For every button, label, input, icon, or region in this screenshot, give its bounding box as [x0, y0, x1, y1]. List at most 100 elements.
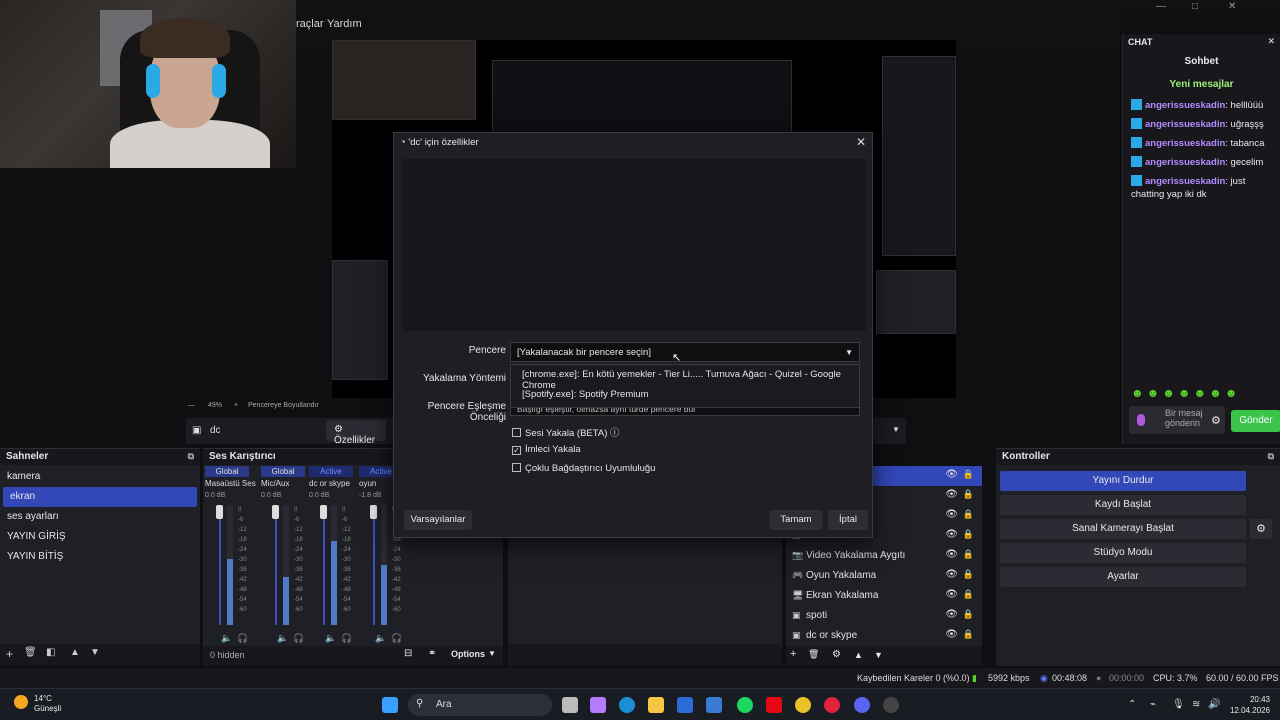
- source-item[interactable]: 🖥 Ekran Yakalama 👁 🔒: [786, 586, 982, 606]
- mixer-channel-name[interactable]: oyun: [359, 479, 376, 488]
- close-icon[interactable]: ✕: [1267, 36, 1275, 47]
- source-item[interactable]: 📷 Video Yakalama Aygıtı 👁 🔒: [786, 546, 982, 566]
- monitor-icon[interactable]: 🎧: [237, 633, 248, 644]
- cancel-button[interactable]: İptal: [828, 510, 868, 530]
- multi-adapter-checkbox[interactable]: Çoklu Bağdaştırıcı Uyumluluğu: [512, 463, 655, 474]
- mixer-channel-name[interactable]: Mic/Aux: [261, 479, 289, 488]
- move-down-icon[interactable]: ▼: [874, 650, 883, 660]
- send-button[interactable]: Gönder: [1231, 410, 1280, 432]
- network-icon[interactable]: ⌁: [1150, 699, 1156, 710]
- start-virtual-camera-button[interactable]: Sanal Kamerayı Başlat: [1000, 519, 1246, 539]
- gear-icon[interactable]: ⚙: [1211, 414, 1221, 427]
- popout-icon[interactable]: ⧉: [188, 451, 194, 462]
- capture-cursor-checkbox[interactable]: ✓ İmleci Yakala: [512, 444, 581, 455]
- mixer-channel-name[interactable]: dc or skype: [309, 479, 350, 488]
- scene-item[interactable]: kamera: [0, 467, 200, 487]
- wifi-icon[interactable]: ≋: [1192, 699, 1200, 710]
- trash-icon[interactable]: 🗑: [808, 649, 819, 660]
- dropdown-option-spotify[interactable]: [Spotify.exe]: Spotify Premium: [511, 385, 859, 405]
- volume-icon[interactable]: 🔊: [1208, 699, 1220, 710]
- monitor-icon[interactable]: 🎧: [293, 633, 304, 644]
- discord-icon[interactable]: [854, 697, 870, 713]
- lock-icon[interactable]: 🔒: [963, 629, 974, 640]
- chevron-up-icon[interactable]: ⌃: [1128, 699, 1136, 710]
- emote-bar[interactable]: ☻☻☻☻☻☻☻: [1131, 386, 1240, 400]
- chevron-down-icon[interactable]: ▼: [892, 425, 900, 434]
- options-button[interactable]: Options: [451, 649, 485, 659]
- spotify-icon[interactable]: [737, 697, 753, 713]
- volume-slider-knob[interactable]: [216, 505, 223, 519]
- lock-icon[interactable]: 🔒: [963, 549, 974, 560]
- layout-icon[interactable]: ⊟: [404, 648, 412, 659]
- taskbar-clock[interactable]: 20:43 12.04.2026: [1230, 694, 1270, 716]
- mute-icon[interactable]: 🔈: [221, 633, 232, 644]
- eye-icon[interactable]: 👁: [945, 629, 958, 640]
- close-icon[interactable]: ✕: [856, 135, 866, 149]
- gear-icon[interactable]: ⚙: [832, 649, 841, 660]
- move-up-icon[interactable]: ▲: [70, 647, 80, 658]
- mute-icon[interactable]: 🔈: [375, 633, 386, 644]
- eye-icon[interactable]: 👁: [945, 609, 958, 620]
- scene-item[interactable]: YAYIN BİTİŞ: [0, 547, 200, 567]
- chat-username[interactable]: angerissueskadin: [1145, 100, 1225, 111]
- chrome-icon[interactable]: [795, 697, 811, 713]
- capture-audio-checkbox[interactable]: Sesi Yakala (BETA) ⓘ: [512, 425, 620, 439]
- gear-icon[interactable]: ⚙: [1250, 519, 1272, 539]
- scene-item[interactable]: YAYIN GİRİŞ: [0, 527, 200, 547]
- eye-icon[interactable]: 👁: [945, 489, 958, 500]
- menu-tools[interactable]: raçlar: [296, 18, 324, 30]
- windows-start-icon[interactable]: [382, 697, 398, 713]
- menu-help[interactable]: Yardım: [327, 18, 362, 30]
- mic-icon[interactable]: 🎙: [1172, 699, 1185, 710]
- help-icon[interactable]: ⓘ: [610, 428, 620, 439]
- maximize-button[interactable]: □: [1192, 1, 1198, 12]
- source-item[interactable]: 🎮 Oyun Yakalama 👁 🔒: [786, 566, 982, 586]
- monitor-icon[interactable]: 🎧: [391, 633, 402, 644]
- mixer-channel-name[interactable]: Masaüstü Ses: [205, 479, 256, 488]
- eye-icon[interactable]: 👁: [945, 569, 958, 580]
- netflix-icon[interactable]: [766, 697, 782, 713]
- link-icon[interactable]: ⚭: [428, 648, 436, 659]
- start-recording-button[interactable]: Kaydı Başlat: [1000, 495, 1246, 515]
- chevron-down-icon[interactable]: ▼: [488, 649, 496, 658]
- lock-icon[interactable]: 🔒: [963, 569, 974, 580]
- lock-icon[interactable]: 🔒: [963, 529, 974, 540]
- copilot-icon[interactable]: [590, 697, 606, 713]
- eye-icon[interactable]: 👁: [945, 549, 958, 560]
- volume-slider[interactable]: [320, 505, 327, 625]
- lock-icon[interactable]: 🔒: [963, 489, 974, 500]
- volume-slider-knob[interactable]: [320, 505, 327, 519]
- scene-item[interactable]: ses ayarları: [0, 507, 200, 527]
- move-up-icon[interactable]: ▲: [854, 650, 863, 660]
- opera-icon[interactable]: [824, 697, 840, 713]
- close-window-button[interactable]: ✕: [1228, 1, 1236, 12]
- chat-username[interactable]: angerissueskadin: [1145, 138, 1225, 149]
- edge-icon[interactable]: [619, 697, 635, 713]
- defaults-button[interactable]: Varsayılanlar: [404, 510, 472, 530]
- monitor-icon[interactable]: 🎧: [341, 633, 352, 644]
- chat-username[interactable]: angerissueskadin: [1145, 119, 1225, 130]
- lock-icon[interactable]: 🔒: [963, 609, 974, 620]
- add-icon[interactable]: +: [790, 648, 796, 660]
- popout-icon[interactable]: ⧉: [1268, 451, 1274, 462]
- volume-slider[interactable]: [370, 505, 377, 625]
- chat-username[interactable]: angerissueskadin: [1145, 176, 1225, 187]
- source-item[interactable]: ▣ dc or skype 👁 🔒: [786, 626, 982, 646]
- studio-mode-button[interactable]: Stüdyo Modu: [1000, 543, 1246, 563]
- chat-username[interactable]: angerissueskadin: [1145, 157, 1225, 168]
- move-down-icon[interactable]: ▼: [90, 647, 100, 658]
- mute-icon[interactable]: 🔈: [325, 633, 336, 644]
- trash-icon[interactable]: 🗑: [24, 647, 37, 658]
- scene-item-active[interactable]: ekran: [3, 487, 197, 507]
- obs-icon[interactable]: [883, 697, 899, 713]
- taskbar-search[interactable]: ⚲ Ara: [408, 694, 552, 716]
- file-explorer-icon[interactable]: [648, 697, 664, 713]
- fit-window-label[interactable]: Pencereye Boyutlandır: [248, 402, 319, 409]
- mail-icon[interactable]: [677, 697, 693, 713]
- store-icon[interactable]: [706, 697, 722, 713]
- properties-button[interactable]: ⚙ Özellikler: [326, 420, 386, 446]
- volume-slider-knob[interactable]: [370, 505, 377, 519]
- mic-icon[interactable]: [1137, 414, 1145, 426]
- eye-icon[interactable]: 👁: [945, 529, 958, 540]
- add-icon[interactable]: +: [6, 647, 13, 661]
